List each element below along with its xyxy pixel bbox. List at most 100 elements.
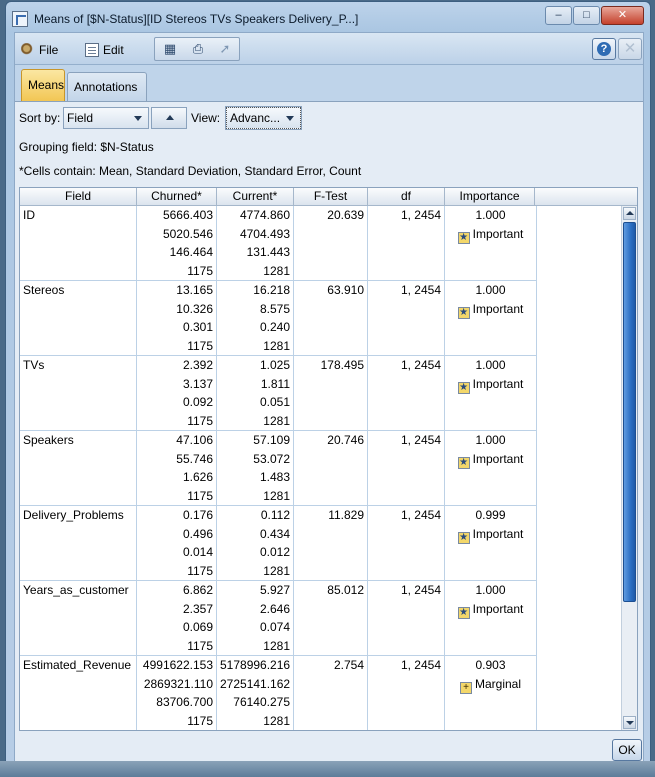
view-dropdown[interactable]: Advanc...	[225, 106, 302, 130]
close-output-button[interactable]: ✕	[618, 38, 642, 60]
importance-value: 1.000	[475, 358, 506, 372]
current-mean: 1.025	[259, 358, 290, 372]
cell-df: 1, 2454	[368, 506, 445, 581]
header-df[interactable]: df	[368, 188, 445, 206]
table-row[interactable]: Delivery_Problems 0.176 0.496 0.014 1175 0.11…	[20, 506, 537, 581]
sort-by-value: Field	[67, 111, 94, 125]
importance-label: Important	[472, 451, 524, 466]
churned-std-dev: 0.496	[182, 526, 213, 541]
importance-label: Important	[472, 601, 524, 616]
table-row[interactable]: Speakers 47.106 55.746 1.626 1175 57.109 53.07…	[20, 431, 537, 506]
churned-count: 1175	[187, 563, 213, 578]
cell-field: Stereos	[20, 281, 137, 356]
plus-icon: +	[459, 681, 472, 694]
scroll-up-icon[interactable]	[623, 207, 636, 220]
importance-label-line: ★ Important	[445, 450, 536, 469]
scroll-thumb[interactable]	[623, 222, 636, 602]
df-value: 1, 2454	[400, 658, 441, 672]
star-icon: ★	[457, 456, 470, 469]
tab-means[interactable]: Means	[21, 69, 65, 101]
sort-ascending-button[interactable]	[151, 107, 187, 129]
cell-field: ID	[20, 206, 137, 281]
current-std-error: 0.240	[259, 320, 290, 334]
table-row[interactable]: ID 5666.403 5020.546 146.464 1175 4774.860 470…	[20, 206, 537, 281]
field-name: Estimated_Revenue	[23, 658, 132, 672]
cell-churned: 0.176 0.496 0.014 1175	[137, 506, 217, 581]
help-button[interactable]: ?	[592, 38, 616, 60]
current-std-dev: 4704.493	[239, 226, 290, 241]
churned-mean: 2.392	[182, 358, 213, 372]
scroll-down-icon[interactable]	[623, 716, 636, 729]
tab-annotations[interactable]: Annotations	[67, 72, 147, 101]
header-field[interactable]: Field	[20, 188, 137, 206]
field-name: TVs	[23, 358, 45, 372]
table-row[interactable]: TVs 2.392 3.137 0.092 1175 1.025 1.811 0.051 128…	[20, 356, 537, 431]
cell-churned: 4991622.153 2869321.110 83706.700 1175	[137, 656, 217, 730]
cell-imp: 0.903 + Marginal	[445, 656, 537, 730]
minimize-button[interactable]: –	[545, 6, 572, 25]
edit-menu-icon	[85, 43, 99, 57]
cells-contain-text: *Cells contain: Mean, Standard Deviation…	[19, 164, 362, 178]
churned-std-dev: 55.746	[176, 451, 213, 466]
importance-label-line: ★ Important	[445, 225, 536, 244]
churned-mean: 5666.403	[162, 208, 213, 222]
cell-current: 5.927 2.646 0.074 1281	[217, 581, 294, 656]
df-value: 1, 2454	[400, 508, 441, 522]
title-bar[interactable]: Means of [$N-Status][ID Stereos TVs Spea…	[6, 2, 650, 32]
ftest-value: 63.910	[327, 283, 364, 297]
churned-count: 1175	[187, 338, 213, 353]
current-std-dev: 2725141.162	[220, 676, 291, 691]
cell-ftest: 11.829	[294, 506, 368, 581]
current-std-dev: 8.575	[259, 301, 290, 316]
current-count: 1281	[263, 263, 290, 278]
header-importance[interactable]: Importance	[445, 188, 535, 206]
header-current[interactable]: Current*	[217, 188, 294, 206]
ftest-value: 11.829	[328, 508, 364, 522]
importance-label-line: ★ Important	[445, 600, 536, 619]
vertical-scrollbar[interactable]	[621, 206, 637, 730]
cell-field: Years_as_customer	[20, 581, 137, 656]
print-icon[interactable]: ⎙	[186, 40, 210, 58]
sort-by-dropdown[interactable]: Field	[63, 107, 149, 129]
cell-field: Delivery_Problems	[20, 506, 137, 581]
header-churned[interactable]: Churned*	[137, 188, 217, 206]
importance-label-line: ★ Important	[445, 375, 536, 394]
app-icon	[12, 11, 28, 27]
cell-current: 1.025 1.811 0.051 1281	[217, 356, 294, 431]
churned-mean: 4991622.153	[142, 658, 213, 672]
cell-ftest: 85.012	[294, 581, 368, 656]
churned-mean: 13.165	[176, 283, 213, 297]
file-menu[interactable]: File	[21, 41, 58, 59]
importance-value: 1.000	[475, 433, 506, 447]
window-close-button[interactable]: ✕	[601, 6, 644, 25]
churned-count: 1175	[187, 713, 213, 728]
star-icon: ★	[457, 531, 470, 544]
cell-imp: 1.000 ★ Important	[445, 356, 537, 431]
help-icon: ?	[597, 42, 611, 56]
cell-current: 16.218 8.575 0.240 1281	[217, 281, 294, 356]
cell-churned: 5666.403 5020.546 146.464 1175	[137, 206, 217, 281]
header-ftest[interactable]: F-Test	[294, 188, 368, 206]
importance-value: 1.000	[475, 283, 506, 297]
means-panel: Sort by: Field View: Advanc... Grouping …	[15, 101, 643, 764]
window-title: Means of [$N-Status][ID Stereos TVs Spea…	[34, 12, 359, 26]
current-std-error: 76140.275	[233, 695, 290, 709]
table-row[interactable]: Estimated_Revenue 4991622.153 2869321.110 8…	[20, 656, 537, 730]
df-value: 1, 2454	[400, 208, 441, 222]
report-icon[interactable]: ▦	[158, 40, 182, 58]
importance-label-line: ★ Important	[445, 300, 536, 319]
cell-df: 1, 2454	[368, 581, 445, 656]
ok-button[interactable]: OK	[612, 739, 642, 761]
cell-df: 1, 2454	[368, 206, 445, 281]
importance-label: Marginal	[474, 676, 522, 691]
table-row[interactable]: Stereos 13.165 10.326 0.301 1175 16.218 8.575 0…	[20, 281, 537, 356]
cell-imp: 1.000 ★ Important	[445, 431, 537, 506]
current-mean: 0.112	[260, 508, 290, 522]
edit-menu[interactable]: Edit	[85, 41, 124, 59]
means-output-window: Means of [$N-Status][ID Stereos TVs Spea…	[5, 1, 651, 771]
current-mean: 4774.860	[239, 208, 290, 222]
maximize-button[interactable]: □	[573, 6, 600, 25]
cell-ftest: 20.746	[294, 431, 368, 506]
table-row[interactable]: Years_as_customer 6.862 2.357 0.069 1175 5.92…	[20, 581, 537, 656]
export-icon[interactable]: ➚	[213, 40, 237, 58]
